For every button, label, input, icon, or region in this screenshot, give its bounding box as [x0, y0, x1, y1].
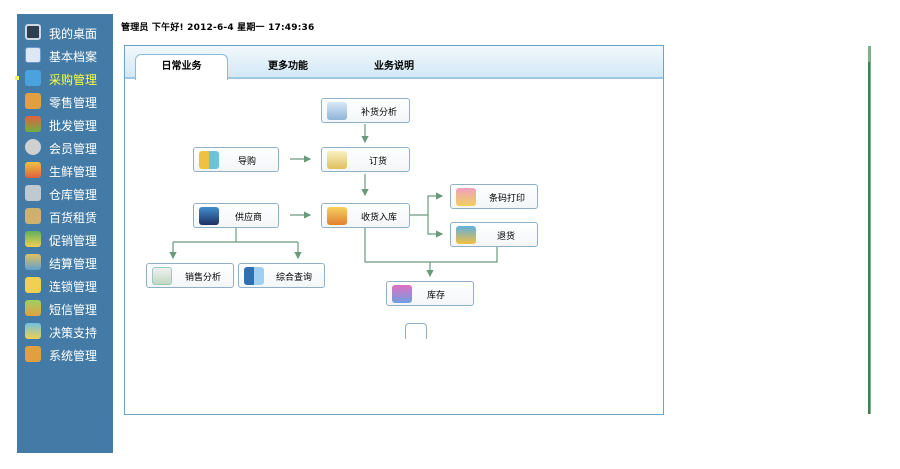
return-icon [456, 226, 476, 244]
supplier-icon [199, 207, 219, 225]
stock-icon [392, 285, 412, 303]
node-label: 退货 [496, 232, 515, 242]
node-label: 销售分析 [184, 273, 221, 283]
node-label: 收货入库 [360, 213, 397, 223]
receive-icon [327, 207, 347, 225]
node-receive-stock[interactable]: 收货入库 [321, 203, 410, 228]
node-order[interactable]: 订货 [321, 147, 410, 172]
guide-icon [199, 151, 219, 169]
node-label: 订货 [368, 157, 387, 167]
node-supplier[interactable]: 供应商 [193, 203, 279, 228]
order-icon [327, 151, 347, 169]
node-guide[interactable]: 导购 [193, 147, 279, 172]
node-sales-analysis[interactable]: 销售分析 [146, 263, 234, 288]
node-return-goods[interactable]: 退货 [450, 222, 538, 247]
node-label: 库存 [426, 291, 445, 301]
right-frame-edge-inner [868, 62, 870, 414]
node-label: 补货分析 [360, 108, 397, 118]
node-barcode-print[interactable]: 条码打印 [450, 184, 538, 209]
node-replenish-analysis[interactable]: 补货分析 [321, 98, 410, 123]
node-label: 条码打印 [488, 194, 525, 204]
arrow-receive-to-return [427, 215, 444, 238]
barcode-icon [456, 188, 476, 206]
node-inventory[interactable]: 库存 [386, 281, 474, 306]
node-label: 导购 [237, 157, 256, 167]
small-empty-box [405, 323, 427, 339]
query-icon [244, 267, 264, 285]
node-label: 供应商 [234, 213, 262, 223]
arrow-receive-to-barcode [410, 192, 444, 216]
sales-analysis-icon [152, 267, 172, 285]
node-comprehensive-query[interactable]: 综合查询 [238, 263, 325, 288]
node-label: 综合查询 [275, 273, 312, 283]
analysis-icon [327, 102, 347, 120]
